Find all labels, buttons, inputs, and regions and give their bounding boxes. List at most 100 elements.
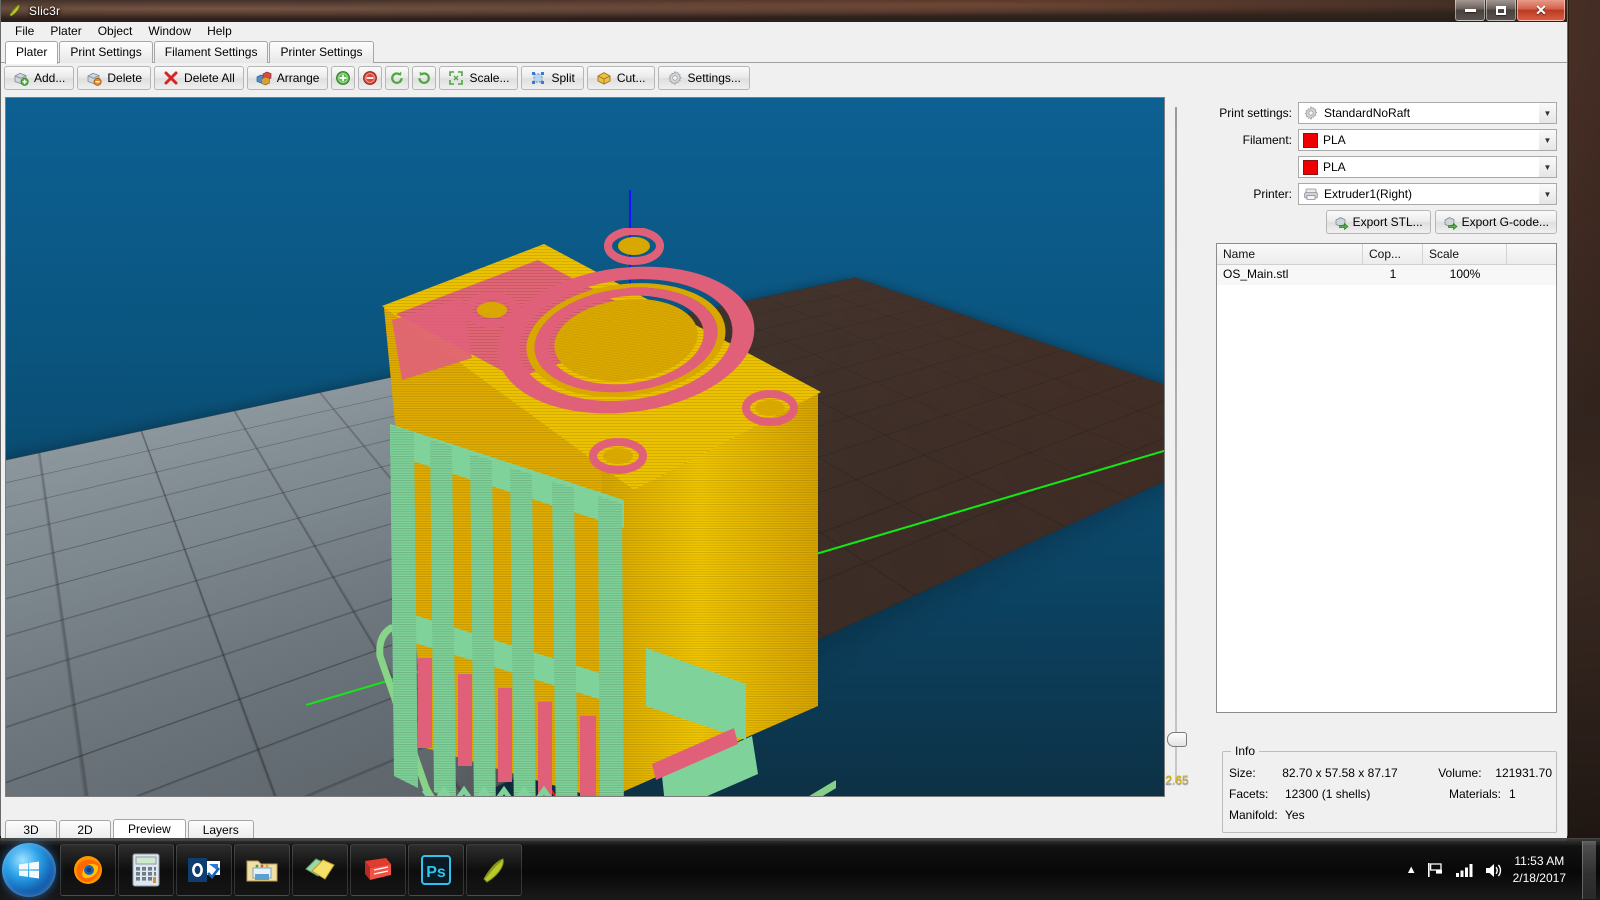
filament-color-swatch-2 [1303,160,1318,175]
print-settings-value: StandardNoRaft [1324,106,1410,120]
layer-slider-track[interactable] [1175,107,1177,783]
decrease-copies-icon [362,70,378,86]
scale-button[interactable]: Scale... [439,66,518,90]
scale-button-label: Scale... [469,71,509,85]
info-size-row: Size: 82.70 x 57.58 x 87.17 Volume: 1219… [1229,766,1552,780]
svg-text:Ps: Ps [426,864,446,881]
column-header-copies[interactable]: Cop... [1363,244,1423,265]
column-header-blank[interactable] [1507,244,1556,265]
chevron-down-icon[interactable]: ▼ [1539,184,1556,204]
info-panel: Info Size: 82.70 x 57.58 x 87.17 Volume:… [1222,751,1557,833]
show-desktop-button[interactable] [1582,841,1596,899]
delete-button[interactable]: Delete [77,66,151,90]
clock[interactable]: 11:53 AM 2/18/2017 [1513,853,1566,887]
filament-combo-2[interactable]: PLA ▼ [1298,156,1557,178]
rotate-cw-icon [416,70,432,86]
object-list[interactable]: Name Cop... Scale OS_Main.stl 1 100% [1216,243,1557,713]
flag-icon[interactable] [1427,862,1445,878]
split-button[interactable]: Split [521,66,583,90]
filament-combo-1[interactable]: PLA ▼ [1298,129,1557,151]
taskbar-slic3r[interactable] [466,844,522,896]
delete-button-label: Delete [107,71,142,85]
increase-copies-button[interactable] [331,66,355,90]
delete-all-icon [163,70,179,86]
taskbar-file-explorer[interactable] [234,844,290,896]
minimize-button[interactable] [1455,0,1485,21]
printer-row: Printer: Extruder1(Right) ▼ [1216,182,1557,206]
arrange-button-label: Arrange [277,71,320,85]
export-gcode-icon [1443,214,1459,230]
arrange-button[interactable]: Arrange [247,66,329,90]
layer-slider[interactable]: 2.65 [1166,99,1186,791]
taskbar: Ps ▲ [0,838,1600,900]
column-header-name[interactable]: Name [1217,244,1363,265]
add-object-icon [13,70,29,86]
maximize-button[interactable] [1486,0,1516,21]
menu-object[interactable]: Object [90,23,141,39]
chevron-down-icon[interactable]: ▼ [1539,130,1556,150]
filament-value-1: PLA [1323,133,1346,147]
taskbar-outlook[interactable] [176,844,232,896]
export-stl-icon [1334,214,1350,230]
windows-start-orb[interactable] [2,843,56,897]
rotate-ccw-icon [389,70,405,86]
delete-all-button-label: Delete All [184,71,235,85]
right-panel: Print settings: StandardNoRaft ▼ Filamen… [1212,93,1565,841]
menu-file[interactable]: File [7,23,42,39]
chevron-down-icon[interactable]: ▼ [1539,157,1556,177]
printed-model [366,228,836,797]
main-tab-bar: Plater Print Settings Filament Settings … [1,41,1567,63]
menu-plater[interactable]: Plater [42,23,89,39]
taskbar-sticky-notes[interactable] [292,844,348,896]
manifold-value: Yes [1285,808,1449,822]
layer-slider-thumb[interactable] [1167,732,1187,747]
facets-label: Facets: [1229,787,1285,801]
printer-combo[interactable]: Extruder1(Right) ▼ [1298,183,1557,205]
speaker-icon[interactable] [1484,862,1503,879]
chevron-up-icon[interactable]: ▲ [1406,864,1417,876]
scale-icon [448,70,464,86]
print-settings-combo[interactable]: StandardNoRaft ▼ [1298,102,1557,124]
cut-button[interactable]: Cut... [587,66,655,90]
taskbar-photoshop[interactable]: Ps [408,844,464,896]
add-button[interactable]: Add... [4,66,74,90]
taskbar-calculator[interactable] [118,844,174,896]
filament-row-1: Filament: PLA ▼ [1216,128,1557,152]
rotate-cw-button[interactable] [412,66,436,90]
cut-button-label: Cut... [617,71,646,85]
menu-help[interactable]: Help [199,23,240,39]
chevron-down-icon[interactable]: ▼ [1539,103,1556,123]
taskbar-firefox[interactable] [60,844,116,896]
close-button[interactable]: ✕ [1517,0,1565,21]
printer-value: Extruder1(Right) [1324,187,1412,201]
export-stl-button[interactable]: Export STL... [1326,210,1431,234]
taskbar-sketchup[interactable] [350,844,406,896]
column-header-scale[interactable]: Scale [1423,244,1507,265]
filament-value-2: PLA [1323,160,1346,174]
increase-copies-icon [335,70,351,86]
plater-toolbar: Add... Delete Delete All [1,63,1567,93]
delete-all-button[interactable]: Delete All [154,66,244,90]
menu-window[interactable]: Window [140,23,199,39]
settings-button[interactable]: Settings... [658,66,750,90]
tab-print-settings[interactable]: Print Settings [59,41,152,63]
info-legend: Info [1231,744,1259,758]
tab-printer-settings[interactable]: Printer Settings [269,41,373,63]
slic3r-icon [7,3,23,19]
size-label: Size: [1229,766,1282,780]
arrange-icon [256,70,272,86]
gcode-preview-canvas[interactable] [5,97,1165,797]
filament-row-2: PLA ▼ [1216,155,1557,179]
filament-label: Filament: [1216,133,1298,147]
rotate-ccw-button[interactable] [385,66,409,90]
network-bars-icon[interactable] [1455,862,1474,878]
export-gcode-button[interactable]: Export G-code... [1435,210,1557,234]
tab-plater[interactable]: Plater [5,41,58,64]
cell-name: OS_Main.stl [1217,265,1363,285]
table-row[interactable]: OS_Main.stl 1 100% [1217,265,1556,285]
main-body: 2.65 3D 2D Preview Layers Print settings… [1,93,1567,841]
tab-filament-settings[interactable]: Filament Settings [154,41,269,63]
cell-blank [1507,265,1556,285]
export-gcode-label: Export G-code... [1462,215,1549,229]
decrease-copies-button[interactable] [358,66,382,90]
